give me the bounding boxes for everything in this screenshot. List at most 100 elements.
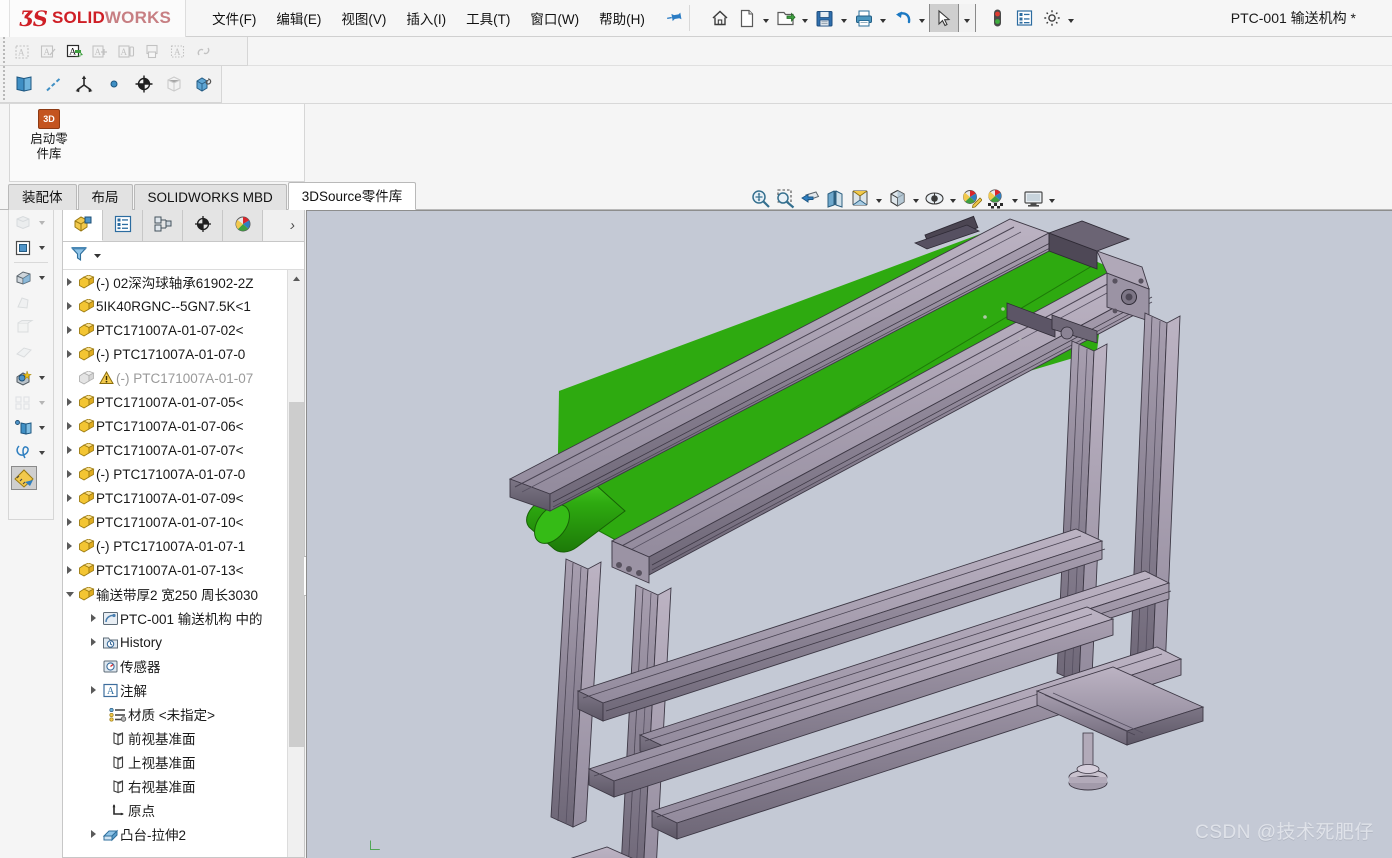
vbar-move-component[interactable] bbox=[9, 290, 53, 315]
tree-row-active-component[interactable]: 输送带厚2 宽250 周长3030 bbox=[63, 582, 289, 606]
expand-arrow-icon[interactable] bbox=[87, 638, 100, 646]
annotation-new-icon[interactable]: A bbox=[9, 39, 35, 64]
save-dropdown-icon[interactable] bbox=[839, 4, 850, 32]
vbar-show-hidden[interactable] bbox=[9, 340, 53, 365]
previous-view-icon[interactable] bbox=[798, 186, 822, 210]
annotation-insert-icon[interactable]: A bbox=[61, 39, 87, 64]
tree-row[interactable]: PTC-001 输送机构 中的 bbox=[63, 606, 289, 630]
toolbar-grip-2[interactable] bbox=[0, 66, 9, 102]
mate-reference-icon[interactable] bbox=[129, 68, 159, 100]
tree-row-top-plane[interactable]: 上视基准面 bbox=[63, 750, 289, 774]
tab-assembly[interactable]: 装配体 bbox=[8, 184, 77, 210]
annotation-pattern-icon[interactable]: A bbox=[165, 39, 191, 64]
annotation-link-icon[interactable] bbox=[191, 39, 217, 64]
settings-gear-icon[interactable] bbox=[1039, 4, 1065, 32]
vbar-exploded-view[interactable] bbox=[9, 390, 53, 415]
hide-show-items-icon[interactable] bbox=[922, 186, 946, 210]
coordinate-system-icon[interactable] bbox=[69, 68, 99, 100]
tree-row-extrude-boss[interactable]: 凸台-拉伸2 bbox=[63, 822, 289, 846]
annotation-note-icon[interactable]: A bbox=[113, 39, 139, 64]
menu-view[interactable]: 视图(V) bbox=[331, 4, 396, 32]
menu-edit[interactable]: 编辑(E) bbox=[266, 4, 331, 32]
vbar-exploded-view-caret-icon[interactable] bbox=[36, 400, 48, 405]
collapse-arrow-icon[interactable] bbox=[63, 591, 76, 597]
vbar-assembly-features[interactable] bbox=[9, 365, 53, 390]
vbar-reference-geometry[interactable] bbox=[9, 415, 53, 440]
expand-arrow-icon[interactable] bbox=[63, 446, 76, 454]
vbar-mate[interactable] bbox=[9, 265, 53, 290]
tree-row-front-plane[interactable]: 前视基准面 bbox=[63, 726, 289, 750]
tree-row-origin[interactable]: 原点 bbox=[63, 798, 289, 822]
expand-arrow-icon[interactable] bbox=[63, 278, 76, 286]
tree-tab-feature-manager[interactable] bbox=[63, 210, 103, 241]
expand-arrow-icon[interactable] bbox=[87, 614, 100, 622]
select-arrow-icon[interactable] bbox=[929, 4, 958, 32]
expand-arrow-icon[interactable] bbox=[63, 470, 76, 478]
tree-row[interactable]: PTC171007A-01-07-10< bbox=[63, 510, 289, 534]
menu-insert[interactable]: 插入(I) bbox=[396, 4, 456, 32]
zoom-to-area-icon[interactable] bbox=[773, 186, 797, 210]
view-orientation-dropdown-icon[interactable] bbox=[873, 186, 884, 210]
print-dropdown-icon[interactable] bbox=[878, 4, 889, 32]
tab-3dsource-library[interactable]: 3DSource零件库 bbox=[287, 182, 417, 210]
vbar-measure[interactable] bbox=[9, 465, 53, 490]
feature-manager-more-tabs[interactable]: › bbox=[263, 210, 304, 241]
settings-dropdown-icon[interactable] bbox=[1066, 4, 1077, 32]
undo-icon[interactable] bbox=[890, 4, 916, 32]
apply-scene-dropdown-icon[interactable] bbox=[1009, 186, 1020, 210]
tree-tab-display-manager[interactable] bbox=[223, 210, 263, 241]
tree-row-suppressed[interactable]: (-) PTC171007A-01-07 bbox=[63, 366, 289, 390]
view-settings-icon[interactable] bbox=[1021, 186, 1045, 210]
tab-layout[interactable]: 布局 bbox=[77, 184, 133, 210]
display-style-dropdown-icon[interactable] bbox=[910, 186, 921, 210]
expand-arrow-icon[interactable] bbox=[63, 494, 76, 502]
apply-scene-icon[interactable] bbox=[984, 186, 1008, 210]
tree-row-annotations[interactable]: A 注解 bbox=[63, 678, 289, 702]
vbar-assembly-features-caret-icon[interactable] bbox=[36, 375, 48, 380]
expand-arrow-icon[interactable] bbox=[63, 350, 76, 358]
menu-window[interactable]: 窗口(W) bbox=[520, 4, 589, 32]
home-icon[interactable] bbox=[707, 4, 733, 32]
expand-arrow-icon[interactable] bbox=[87, 830, 100, 838]
annotation-copy-icon[interactable] bbox=[139, 39, 165, 64]
hide-show-dropdown-icon[interactable] bbox=[947, 186, 958, 210]
tree-row[interactable]: PTC171007A-01-07-06< bbox=[63, 414, 289, 438]
annotation-edit-icon[interactable]: A bbox=[35, 39, 61, 64]
tree-tab-property-manager[interactable] bbox=[103, 210, 143, 241]
graphics-viewport[interactable]: ∟ CSDN @技术死肥仔 bbox=[306, 210, 1392, 858]
reference-axis-icon[interactable] bbox=[39, 68, 69, 100]
reference-point-icon[interactable] bbox=[99, 68, 129, 100]
tree-row-sensors[interactable]: 传感器 bbox=[63, 654, 289, 678]
tree-row[interactable]: PTC171007A-01-07-02< bbox=[63, 318, 289, 342]
tree-row[interactable]: 5IK40RGNC--5GN7.5K<1 bbox=[63, 294, 289, 318]
vbar-curve[interactable] bbox=[9, 440, 53, 465]
open-document-icon[interactable] bbox=[773, 4, 799, 32]
vbar-curve-caret-icon[interactable] bbox=[36, 450, 48, 455]
expand-arrow-icon[interactable] bbox=[63, 326, 76, 334]
toolbar-grip[interactable] bbox=[0, 37, 9, 65]
display-style-icon[interactable] bbox=[885, 186, 909, 210]
options-list-icon[interactable] bbox=[1012, 4, 1038, 32]
annotation-add-icon[interactable]: A bbox=[87, 39, 113, 64]
vbar-reference-geometry-caret-icon[interactable] bbox=[36, 425, 48, 430]
launch-parts-library-button[interactable]: 3D 启动零 件库 bbox=[18, 109, 80, 162]
vbar-insert-component-caret-icon[interactable] bbox=[36, 220, 48, 225]
expand-arrow-icon[interactable] bbox=[63, 566, 76, 574]
menu-help[interactable]: 帮助(H) bbox=[589, 4, 655, 32]
scroll-up-arrow-icon[interactable] bbox=[288, 270, 304, 287]
edit-appearance-icon[interactable] bbox=[959, 186, 983, 210]
view-orientation-icon[interactable] bbox=[848, 186, 872, 210]
tree-row[interactable]: (-) PTC171007A-01-07-1 bbox=[63, 534, 289, 558]
tree-row[interactable]: PTC171007A-01-07-07< bbox=[63, 438, 289, 462]
tree-row[interactable]: (-) 02深沟球轴承61902-2Z bbox=[63, 270, 289, 294]
new-document-icon[interactable] bbox=[734, 4, 760, 32]
pushpin-icon[interactable] bbox=[663, 6, 686, 30]
menu-file[interactable]: 文件(F) bbox=[202, 4, 266, 32]
expand-arrow-icon[interactable] bbox=[87, 686, 100, 694]
expand-arrow-icon[interactable] bbox=[63, 398, 76, 406]
tree-tab-dimxpert-manager[interactable] bbox=[183, 210, 223, 241]
conveyor-model-3d[interactable] bbox=[307, 211, 1392, 858]
view-settings-dropdown-icon[interactable] bbox=[1046, 186, 1057, 210]
expand-arrow-icon[interactable] bbox=[63, 422, 76, 430]
undo-dropdown-icon[interactable] bbox=[917, 4, 928, 32]
